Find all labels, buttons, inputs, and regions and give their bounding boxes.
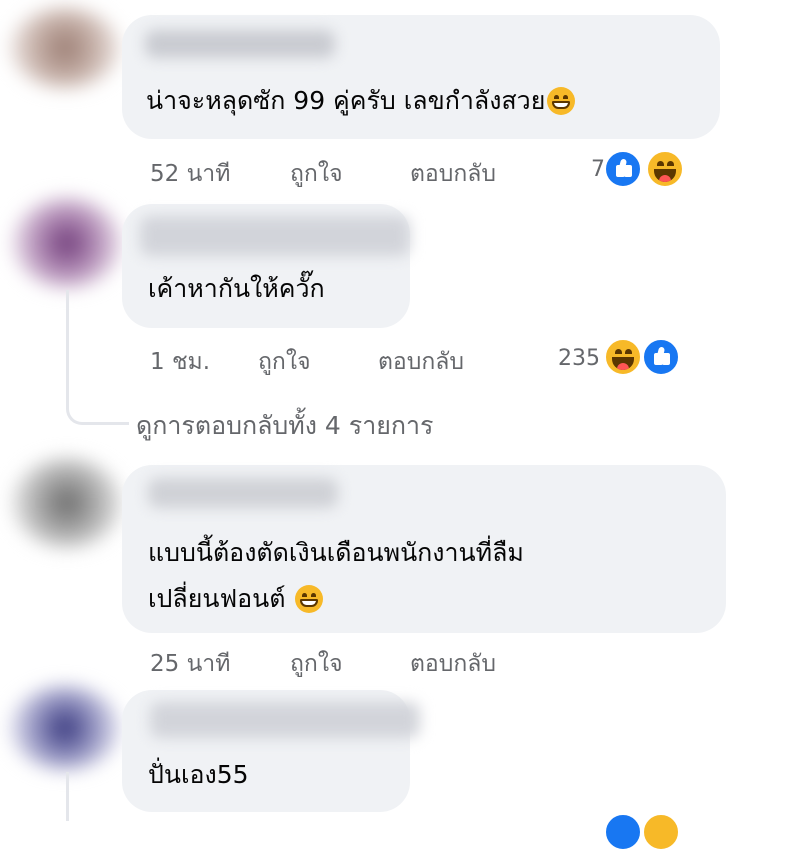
like-link[interactable]: ถูกใจ bbox=[290, 646, 343, 682]
comment-text: ปั่นเอง55 bbox=[148, 760, 249, 789]
grinning-emoji-icon bbox=[295, 585, 324, 613]
avatar[interactable] bbox=[12, 458, 122, 548]
commenter-name[interactable] bbox=[150, 702, 420, 738]
grinning-emoji-icon bbox=[547, 87, 576, 115]
view-replies-link[interactable]: ดูการตอบกลับทั้ง 4 รายการ bbox=[136, 406, 434, 446]
commenter-name[interactable] bbox=[145, 30, 335, 58]
comment-actions: 1 ชม. ถูกใจ ตอบกลับ bbox=[150, 344, 570, 376]
reply-link[interactable]: ตอบกลับ bbox=[378, 344, 464, 380]
comment-time[interactable]: 25 นาที bbox=[150, 646, 230, 682]
comment-text-line-2: เปลี่ยนฟอนต์ bbox=[148, 582, 324, 616]
haha-icon bbox=[603, 337, 643, 377]
commenter-name[interactable] bbox=[140, 216, 410, 256]
comment-text: เค้าหากันให้ควั๊ก bbox=[148, 274, 325, 303]
comment-time[interactable]: 52 นาที bbox=[150, 156, 230, 192]
like-icon bbox=[603, 812, 643, 852]
like-icon bbox=[641, 337, 681, 377]
commenter-name[interactable] bbox=[148, 478, 338, 508]
comment-text-line-1: แบบนี้ต้องตัดเงินเดือนพนักงานที่ลืม bbox=[148, 538, 524, 567]
avatar[interactable] bbox=[12, 198, 122, 288]
haha-icon bbox=[641, 812, 681, 852]
haha-icon bbox=[645, 149, 685, 189]
avatar[interactable] bbox=[10, 8, 120, 88]
thread-connector bbox=[66, 772, 69, 821]
like-link[interactable]: ถูกใจ bbox=[290, 156, 343, 192]
comment-actions: 52 นาที ถูกใจ ตอบกลับ bbox=[150, 156, 610, 188]
reaction-count[interactable]: 235 bbox=[558, 346, 600, 371]
comment-text: น่าจะหลุดซัก 99 คู่ครับ เลขกำลังสวย bbox=[146, 84, 576, 118]
comment-time[interactable]: 1 ชม. bbox=[150, 344, 210, 380]
like-link[interactable]: ถูกใจ bbox=[258, 344, 311, 380]
avatar[interactable] bbox=[10, 686, 120, 770]
reply-link[interactable]: ตอบกลับ bbox=[410, 646, 496, 682]
like-icon bbox=[603, 149, 643, 189]
comment-actions: 25 นาที ถูกใจ ตอบกลับ bbox=[150, 646, 610, 678]
thread-connector bbox=[66, 290, 129, 425]
reply-link[interactable]: ตอบกลับ bbox=[410, 156, 496, 192]
